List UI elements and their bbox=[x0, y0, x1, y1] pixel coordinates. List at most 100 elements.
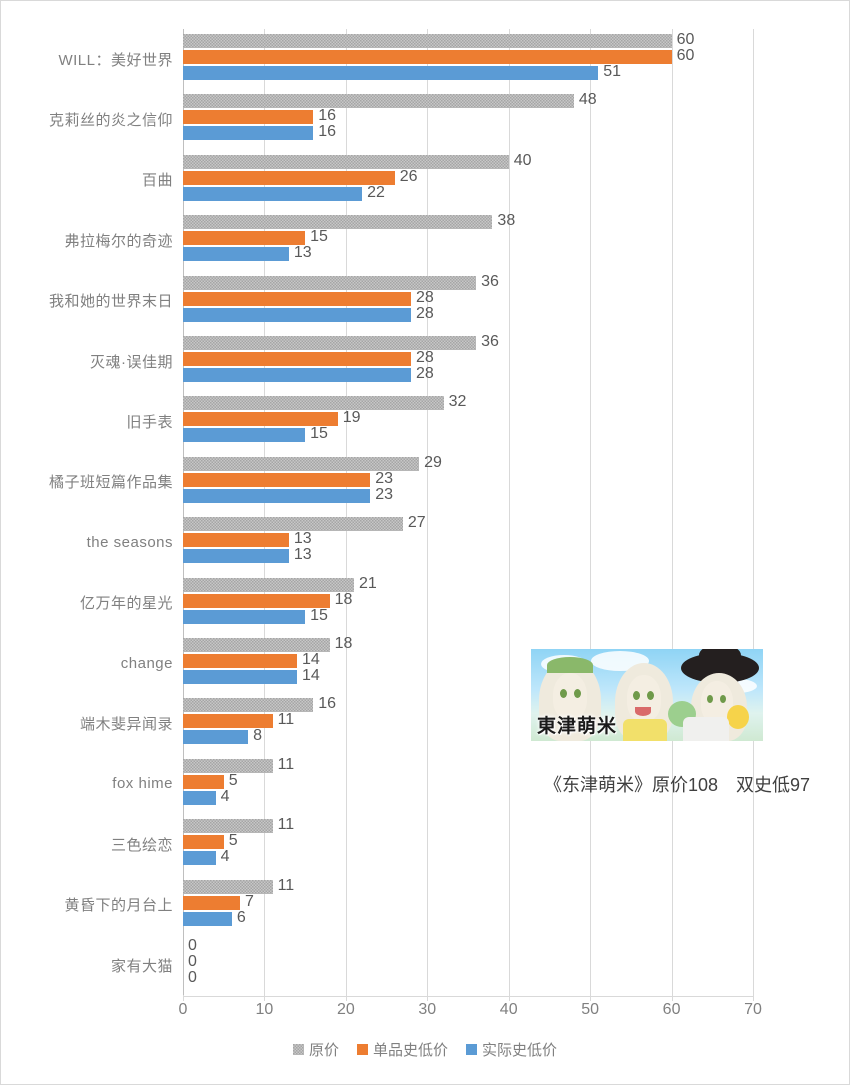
promo-logo: 東津萌米 bbox=[537, 715, 618, 737]
bar-value-label: 4 bbox=[220, 848, 230, 866]
bar-2[interactable] bbox=[183, 670, 297, 684]
legend-label: 实际史低价 bbox=[482, 1042, 558, 1059]
bar-1[interactable] bbox=[183, 654, 297, 668]
category-label: 家有大猫 bbox=[110, 957, 173, 975]
bar-value-label: 5 bbox=[228, 771, 238, 789]
bar-2[interactable] bbox=[183, 851, 216, 866]
bar-0[interactable] bbox=[183, 456, 420, 471]
bar-1[interactable] bbox=[183, 291, 411, 306]
bar-value-label: 23 bbox=[375, 469, 394, 487]
category-label: 橘子班短篇作品集 bbox=[48, 474, 173, 492]
bar-value-label: 21 bbox=[359, 574, 377, 592]
legend-label: 原价 bbox=[308, 1042, 339, 1059]
bar-1[interactable] bbox=[183, 533, 289, 548]
row-bars: 60 60 51 bbox=[183, 29, 850, 89]
bar-2[interactable] bbox=[183, 488, 371, 503]
promo-caption: 《东津萌米》原价108 双史低97 bbox=[543, 775, 811, 795]
bar-0[interactable] bbox=[183, 154, 509, 169]
bar-0[interactable] bbox=[183, 396, 444, 411]
x-tick-label: 0 bbox=[178, 1001, 188, 1018]
bar-1[interactable] bbox=[183, 593, 330, 608]
bar-2[interactable] bbox=[183, 549, 289, 564]
bar-value-label: 36 bbox=[481, 333, 499, 350]
bar-chart: WILL：美好世界 60 60 51 克莉丝的炎之信仰 48 16 16 百曲 40 26 22 弗拉梅… bbox=[0, 0, 850, 1085]
row-bars: 40 26 22 bbox=[183, 150, 850, 210]
bar-0[interactable] bbox=[183, 336, 477, 350]
bar-2[interactable] bbox=[183, 247, 289, 262]
bar-1[interactable] bbox=[183, 472, 371, 487]
chart-row: 百曲 40 26 22 bbox=[1, 150, 850, 210]
row-bars: 38 15 13 bbox=[183, 210, 850, 270]
bar-value-label: 22 bbox=[367, 183, 385, 201]
bar-0[interactable] bbox=[183, 638, 330, 652]
bar-value-label: 60 bbox=[676, 47, 695, 64]
row-bars: 21 18 15 bbox=[183, 573, 850, 633]
legend-item[interactable]: 原价 bbox=[292, 1039, 339, 1060]
bar-0[interactable] bbox=[183, 94, 574, 109]
bar-1[interactable] bbox=[183, 714, 273, 729]
chart-row: 亿万年的星光 21 18 15 bbox=[1, 573, 850, 633]
legend-swatch-icon bbox=[356, 1044, 368, 1055]
bar-1[interactable] bbox=[183, 170, 395, 185]
bar-0[interactable] bbox=[183, 34, 672, 48]
bar-2[interactable] bbox=[183, 790, 216, 805]
bar-2[interactable] bbox=[183, 730, 249, 745]
bar-2[interactable] bbox=[183, 428, 306, 443]
bar-value-label: 11 bbox=[277, 876, 295, 894]
bar-0[interactable] bbox=[183, 517, 403, 532]
legend-item[interactable]: 实际史低价 bbox=[466, 1039, 557, 1060]
bar-value-label: 18 bbox=[334, 590, 353, 608]
x-tick-label: 50 bbox=[581, 1001, 600, 1018]
bar-value-label: 38 bbox=[497, 212, 516, 230]
bar-value-label: 19 bbox=[342, 409, 361, 427]
category-label: 我和她的世界末日 bbox=[48, 293, 173, 311]
bar-0[interactable] bbox=[183, 698, 314, 713]
row-bars: 11 7 6 bbox=[183, 875, 850, 935]
bar-0[interactable] bbox=[183, 275, 477, 290]
category-label: 黄昏下的月台上 bbox=[64, 897, 173, 915]
bar-1[interactable] bbox=[183, 835, 224, 850]
bar-1[interactable] bbox=[183, 774, 224, 789]
bar-0[interactable] bbox=[183, 819, 273, 834]
bar-1[interactable] bbox=[183, 110, 314, 125]
bar-1[interactable] bbox=[183, 50, 672, 64]
chart-row: 弗拉梅尔的奇迹 38 15 13 bbox=[1, 210, 850, 270]
bar-value-label: 11 bbox=[277, 755, 295, 773]
legend-swatch-icon bbox=[292, 1044, 304, 1055]
bar-value-label: 29 bbox=[424, 453, 442, 471]
row-bars: 36 28 28 bbox=[183, 271, 850, 331]
bar-0[interactable] bbox=[183, 879, 273, 894]
bar-2[interactable] bbox=[183, 307, 411, 322]
category-label: change bbox=[120, 654, 173, 672]
bar-2[interactable] bbox=[183, 911, 232, 926]
row-bars: 27 13 13 bbox=[183, 512, 850, 572]
bar-2[interactable] bbox=[183, 609, 306, 624]
x-axis-line bbox=[183, 996, 753, 997]
bar-0[interactable] bbox=[183, 758, 273, 773]
chart-row: 旧手表 32 19 15 bbox=[1, 391, 850, 451]
bar-2[interactable] bbox=[183, 126, 314, 141]
bar-value-label: 15 bbox=[310, 425, 328, 443]
row-bars: 29 23 23 bbox=[183, 452, 850, 512]
bar-2[interactable] bbox=[183, 186, 363, 201]
bar-value-label: 28 bbox=[416, 288, 434, 306]
category-label: 端木斐异闻录 bbox=[79, 716, 173, 734]
bar-1[interactable] bbox=[183, 412, 338, 427]
bar-value-label: 28 bbox=[416, 349, 434, 366]
legend-item[interactable]: 单品史低价 bbox=[356, 1039, 448, 1060]
bar-value-label: 14 bbox=[302, 651, 320, 668]
bar-1[interactable] bbox=[183, 231, 306, 246]
bar-1[interactable] bbox=[183, 895, 240, 910]
x-tick-label: 40 bbox=[499, 1001, 518, 1018]
bar-value-label: 0 bbox=[188, 953, 197, 970]
bar-value-label: 5 bbox=[228, 832, 238, 850]
bar-0[interactable] bbox=[183, 577, 354, 592]
bar-2[interactable] bbox=[183, 66, 599, 80]
bar-1[interactable] bbox=[183, 352, 411, 366]
bar-value-label: 11 bbox=[277, 711, 295, 729]
bar-value-label: 23 bbox=[375, 485, 394, 503]
x-tick-label: 10 bbox=[255, 1001, 274, 1018]
legend-swatch-icon bbox=[466, 1044, 477, 1055]
bar-0[interactable] bbox=[183, 215, 493, 230]
bar-2[interactable] bbox=[183, 368, 411, 382]
